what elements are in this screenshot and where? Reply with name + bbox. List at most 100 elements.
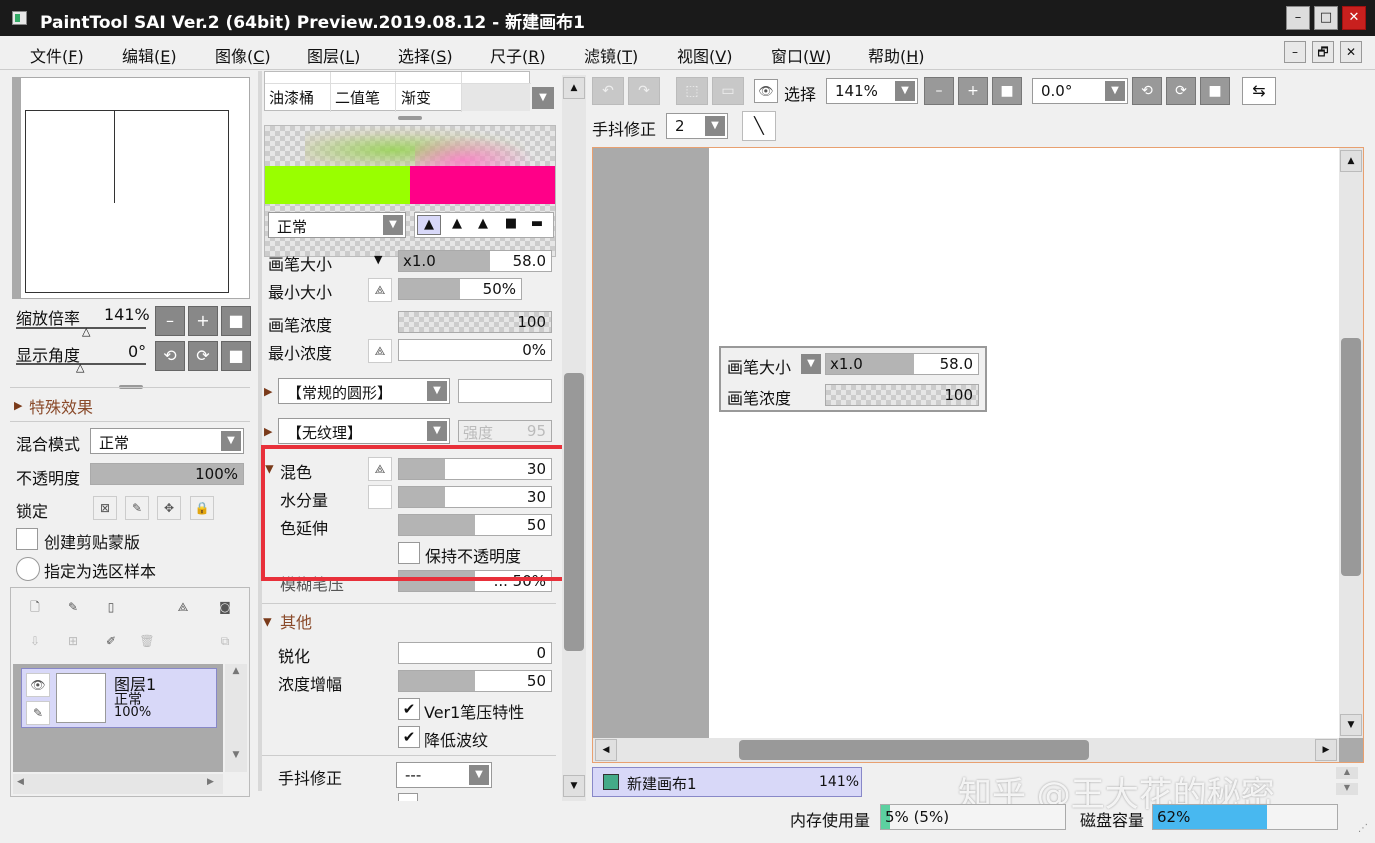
menu-window[interactable]: 窗口(W) <box>771 43 831 67</box>
layer-vscroll[interactable]: ▲ ▼ <box>225 664 247 772</box>
zoom-in-button[interactable]: + <box>188 306 218 336</box>
zoom-out-button[interactable]: – <box>155 306 185 336</box>
shape-strength-field[interactable] <box>458 379 552 403</box>
navigator-preview[interactable] <box>12 77 250 299</box>
new-folder-icon[interactable]: ▯ <box>99 596 123 620</box>
duplicate-layer-icon[interactable]: ⊞ <box>61 630 85 654</box>
merge-down-icon[interactable]: ⇩ <box>23 630 47 654</box>
layer-hscroll[interactable]: ◀ ▶ <box>13 774 223 794</box>
rotate-reset-button[interactable]: ■ <box>221 341 251 371</box>
menu-filter[interactable]: 滤镜(T) <box>584 43 638 67</box>
canvas-rotate-right-button[interactable]: ⟳ <box>1166 77 1196 105</box>
canvas-zoom-in-button[interactable]: + <box>958 77 988 105</box>
zoom-select[interactable]: 141% ▼ <box>826 78 918 104</box>
zoom-reset-button[interactable]: ■ <box>221 306 251 336</box>
expand-icon[interactable]: ▶ <box>14 399 22 412</box>
collapse-icon[interactable]: ▶ <box>262 618 275 626</box>
canvas-rotate-reset-button[interactable]: ■ <box>1200 77 1230 105</box>
layer-mask-icon[interactable]: ◙ <box>213 596 237 620</box>
expand-icon[interactable]: ▶ <box>264 425 272 438</box>
scroll-down-icon[interactable]: ▼ <box>563 775 585 797</box>
scroll-left-icon[interactable]: ◀ <box>17 777 24 787</box>
zoom-slider-handle[interactable]: △ <box>82 325 90 338</box>
deselect-icon[interactable]: ⬚ <box>676 77 708 105</box>
zoom-slider[interactable] <box>16 327 146 329</box>
brush-texture-select[interactable]: 【无纹理】 ▼ <box>278 418 450 444</box>
tool-binary-pen[interactable]: 二值笔 <box>335 87 380 108</box>
tool-gradient[interactable]: 渐变 <box>401 87 431 108</box>
canvas-vscroll[interactable]: ▲ ▼ <box>1339 148 1363 738</box>
scroll-up-icon[interactable]: ▲ <box>1340 150 1362 172</box>
lock-paint-icon[interactable]: ✎ <box>125 496 149 520</box>
close-button[interactable]: ✕ <box>1342 6 1366 30</box>
canvas-hscroll[interactable]: ◀ ▶ <box>593 738 1339 762</box>
pressure-icon[interactable]: ⟁ <box>368 278 392 302</box>
flip-icon[interactable]: ⇆ <box>1242 77 1276 105</box>
texture-strength-slider[interactable]: 强度 95 <box>458 420 552 442</box>
canvas-stabilizer-select[interactable]: 2 ▼ <box>666 113 728 139</box>
scroll-up-icon[interactable]: ▲ <box>227 666 245 684</box>
tab-scroll-up-icon[interactable]: ▲ <box>1336 767 1358 779</box>
tip-shape-2-icon[interactable]: ▲ <box>445 215 469 235</box>
scroll-thumb[interactable] <box>739 740 1089 760</box>
delete-layer-icon[interactable]: 🗑 <box>135 630 159 654</box>
eye-icon[interactable]: 👁 <box>754 79 778 103</box>
ver1-pressure-checkbox[interactable]: ✔ <box>398 698 420 720</box>
pencil-icon[interactable]: ✎ <box>26 701 50 725</box>
tip-shape-4-icon[interactable]: ■ <box>499 215 523 235</box>
menu-ruler[interactable]: 尺子(R) <box>490 43 546 67</box>
reduce-ripple-checkbox[interactable]: ✔ <box>398 726 420 748</box>
tip-shape-3-icon[interactable]: ▲ <box>471 215 495 235</box>
lock-all-icon[interactable]: 🔒 <box>190 496 214 520</box>
density-gain-slider[interactable]: 50 <box>398 670 552 692</box>
brush-mode-select[interactable]: 正常 ▼ <box>268 212 406 238</box>
canvas-rotate-left-button[interactable]: ⟲ <box>1132 77 1162 105</box>
document-tab[interactable]: 新建画布1 141% <box>592 767 862 797</box>
canvas-zoom-out-button[interactable]: – <box>924 77 954 105</box>
rotate-left-button[interactable]: ⟲ <box>155 341 185 371</box>
minimize-button[interactable]: – <box>1286 6 1310 30</box>
scroll-left-icon[interactable]: ◀ <box>595 739 617 761</box>
invert-select-icon[interactable]: ▭ <box>712 77 744 105</box>
tool-bucket[interactable]: 油漆桶 <box>269 87 314 108</box>
popup-size-slider[interactable]: x1.0 58.0 <box>825 353 979 375</box>
layer-effect-icon[interactable]: ⟁ <box>171 596 195 620</box>
tip-shape-5-icon[interactable]: ▬ <box>525 215 549 235</box>
blend-mode-select[interactable]: 正常 ▼ <box>90 428 244 454</box>
redo-icon[interactable]: ↷ <box>628 77 660 105</box>
stabilizer-select[interactable]: --- ▼ <box>396 762 492 788</box>
eye-icon[interactable]: 👁 <box>26 673 50 697</box>
mdi-minimize-button[interactable]: – <box>1284 41 1306 63</box>
resize-grip-icon[interactable]: ⋰ <box>1358 823 1368 834</box>
pressure-icon[interactable]: ⟁ <box>368 339 392 363</box>
scroll-right-icon[interactable]: ▶ <box>1315 739 1337 761</box>
menu-image[interactable]: 图像(C) <box>215 43 271 67</box>
menu-edit[interactable]: 编辑(E) <box>122 43 177 67</box>
line-tool-icon[interactable]: ╲ <box>742 111 776 141</box>
canvas-paper[interactable] <box>709 148 1339 738</box>
angle-slider-handle[interactable]: △ <box>76 361 84 374</box>
effects-header[interactable]: 特殊效果 <box>29 394 93 418</box>
selection-sample-radio[interactable] <box>16 557 40 581</box>
brush-shape-select[interactable]: 【常规的圆形】 ▼ <box>278 378 450 404</box>
rotate-right-button[interactable]: ⟳ <box>188 341 218 371</box>
lock-transparency-icon[interactable]: ⊠ <box>93 496 117 520</box>
maximize-button[interactable]: □ <box>1314 6 1338 30</box>
menu-layer[interactable]: 图层(L) <box>307 43 360 67</box>
tool-panel-vscroll[interactable]: ▲ ▼ <box>562 75 586 801</box>
clear-layer-icon[interactable]: ✐ <box>99 630 123 654</box>
tab-scroll-down-icon[interactable]: ▼ <box>1336 783 1358 795</box>
expand-icon[interactable]: ▶ <box>264 385 272 398</box>
layer-row[interactable]: 👁 ✎ 图层1 正常 100% <box>21 668 217 728</box>
canvas-view[interactable]: 画笔大小 ▼ x1.0 58.0 画笔浓度 100 ▲ ▼ ◀ ▶ <box>592 147 1364 763</box>
mdi-restore-button[interactable]: 🗗 <box>1312 41 1334 63</box>
merge-icon[interactable]: ⧉ <box>213 630 237 654</box>
menu-view[interactable]: 视图(V) <box>677 43 732 67</box>
scroll-down-icon[interactable]: ▼ <box>227 750 245 768</box>
new-layer-icon[interactable]: 🗋 <box>23 596 47 620</box>
size-dropdown-icon[interactable]: ▼ <box>374 253 382 266</box>
scroll-thumb[interactable] <box>564 373 584 651</box>
new-vector-layer-icon[interactable]: ✎ <box>61 596 85 620</box>
popup-density-slider[interactable]: 100 <box>825 384 979 406</box>
scroll-down-icon[interactable]: ▼ <box>1340 714 1362 736</box>
